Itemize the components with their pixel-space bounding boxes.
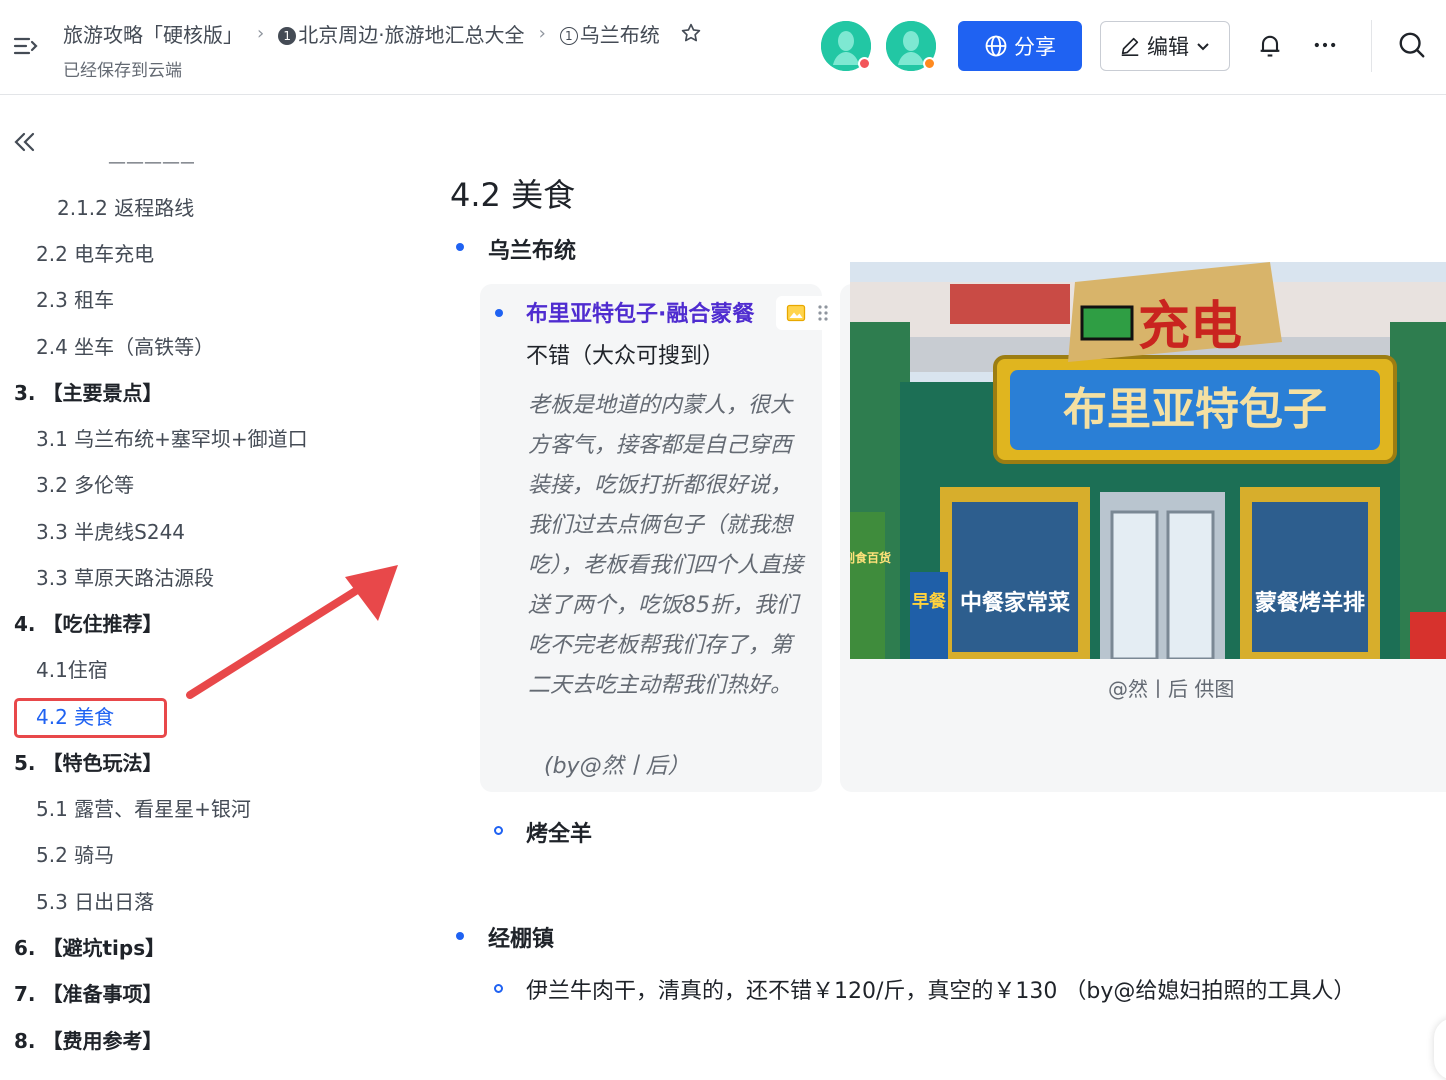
toc-item[interactable]: 3. 【主要景点】 <box>14 378 162 408</box>
section-title: 经棚镇 <box>488 927 555 952</box>
breadcrumb: 旅游攻略「硬核版」 › 1 北京周边·旅游地汇总大全 › 1 乌兰布统 <box>63 18 702 48</box>
toc-item[interactable]: 5.3 日出日落 <box>36 887 154 917</box>
list-item: 伊兰牛肉干，清真的，还不错￥120/斤，真空的￥130 （by@给媳妇拍照的工具… <box>526 979 1356 1004</box>
annotation-arrow-icon <box>186 565 398 699</box>
breadcrumb-item-collection[interactable]: 1 北京周边·旅游地汇总大全 <box>278 19 525 48</box>
chevron-right-icon: › <box>538 22 546 44</box>
annotation-highlight-box <box>14 698 167 738</box>
collaborator-avatar[interactable] <box>821 21 871 71</box>
globe-icon <box>985 35 1007 57</box>
sidebar-toggle-icon[interactable] <box>12 34 40 58</box>
search-icon[interactable] <box>1397 30 1427 60</box>
toc-item[interactable]: 7. 【准备事项】 <box>14 979 162 1009</box>
toc-item[interactable]: 2.4 坐车（高铁等） <box>36 332 214 362</box>
status-dot <box>923 57 936 70</box>
toc-item[interactable]: 5.2 骑马 <box>36 840 114 870</box>
drag-handle-icon[interactable] <box>816 303 830 323</box>
photo-caption: @然丨后 供图 <box>1108 677 1235 701</box>
breadcrumb-item-root[interactable]: 旅游攻略「硬核版」 <box>63 19 243 48</box>
section-title: 乌兰布统 <box>488 239 577 264</box>
review-author: (by@然丨后） <box>544 754 690 779</box>
restaurant-link[interactable]: 布里亚特包子·融合蒙餐 <box>526 296 754 328</box>
number-badge-icon: 1 <box>559 27 578 45</box>
block-toolbar <box>776 296 838 330</box>
toc-item[interactable]: 8. 【费用参考】 <box>14 1026 162 1056</box>
toc-item[interactable]: 5.1 露营、看星星+银河 <box>36 794 251 824</box>
restaurant-note: 不错（大众可搜到） <box>526 344 725 369</box>
bullet-hollow-icon <box>494 826 503 835</box>
star-icon[interactable] <box>680 22 702 44</box>
breadcrumb-label: 乌兰布统 <box>579 22 660 47</box>
bullet-icon <box>495 309 503 317</box>
toc-item-truncated: ————— <box>108 160 194 172</box>
chevron-right-icon: › <box>257 22 265 44</box>
sign-right-text: 蒙餐烤羊排 <box>1255 590 1365 616</box>
toc-item[interactable]: 2.3 租车 <box>36 285 114 315</box>
more-icon[interactable] <box>1310 30 1340 60</box>
bullet-hollow-icon <box>494 984 503 993</box>
breadcrumb-item-current[interactable]: 1 乌兰布统 <box>559 19 660 48</box>
toc-item[interactable]: 6. 【避坑tips】 <box>14 933 165 963</box>
toc-item[interactable]: 3.3 半虎线S244 <box>36 517 185 547</box>
header-divider <box>1371 20 1372 72</box>
sign-side2-text: 副食百货 <box>850 550 891 565</box>
review-quote: 老板是地道的内蒙人，很大方客气，接客都是自己穿西装接，吃饭打折都很好说，我们过去… <box>528 393 804 698</box>
status-dot <box>858 57 871 70</box>
collapse-sidebar-icon[interactable] <box>12 130 38 154</box>
top-bar: 旅游攻略「硬核版」 › 1 北京周边·旅游地汇总大全 › 1 乌兰布统 已经保存到云… <box>0 0 1446 95</box>
floating-toolbar-edge[interactable] <box>1434 1018 1446 1080</box>
share-button[interactable]: 分享 <box>958 21 1082 71</box>
chevron-down-icon <box>1197 43 1209 51</box>
edit-label: 编辑 <box>1147 35 1189 59</box>
edit-button[interactable]: 编辑 <box>1100 21 1230 71</box>
number-badge-icon: 1 <box>278 27 297 45</box>
toc-item[interactable]: 2.1.2 返程路线 <box>57 193 194 223</box>
breadcrumb-label: 北京周边·旅游地汇总大全 <box>298 22 525 47</box>
toc-item[interactable]: 5. 【特色玩法】 <box>14 748 162 778</box>
sign-side-text: 早餐 <box>912 591 947 612</box>
section-heading: 4.2 美食 <box>450 176 576 214</box>
image-icon[interactable] <box>786 303 806 323</box>
save-status: 已经保存到云端 <box>63 61 182 81</box>
sub-item: 烤全羊 <box>526 822 593 847</box>
sign-left-text: 中餐家常菜 <box>960 590 1070 616</box>
bell-icon[interactable] <box>1255 30 1285 60</box>
toc-item[interactable]: 2.2 电车充电 <box>36 239 154 269</box>
toc-item[interactable]: 3.2 多伦等 <box>36 470 134 500</box>
sign-main-text: 布里亚特包子 <box>1063 384 1327 435</box>
share-label: 分享 <box>1014 35 1056 59</box>
sign-top-text: 充电 <box>1138 296 1242 357</box>
toc-item[interactable]: 4. 【吃住推荐】 <box>14 609 162 639</box>
collaborator-avatar[interactable] <box>886 21 936 71</box>
toc-item[interactable]: 3.1 乌兰布统+塞罕坝+御道口 <box>36 424 308 454</box>
pencil-icon <box>1121 37 1139 56</box>
bullet-icon <box>456 243 464 251</box>
restaurant-photo[interactable]: 布里亚特包子 充电 中餐家常菜 蒙餐烤羊排 早餐 副食百货 <box>850 262 1446 659</box>
toc-item[interactable]: 4.1住宿 <box>36 655 108 685</box>
bullet-icon <box>456 932 464 940</box>
